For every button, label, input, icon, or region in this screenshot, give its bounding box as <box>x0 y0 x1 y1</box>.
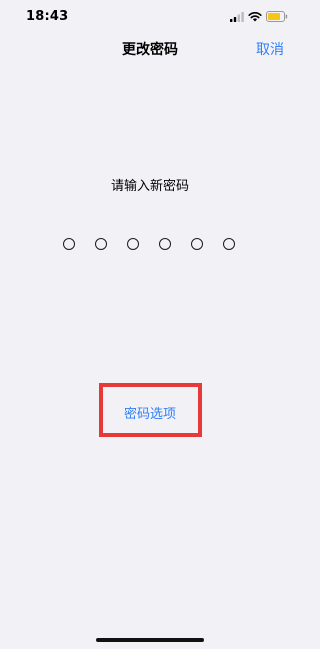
navigation-bar: 更改密码 取消 <box>0 34 300 62</box>
passcode-entry[interactable] <box>63 238 239 252</box>
battery-icon <box>266 11 288 22</box>
passcode-dot <box>223 238 235 250</box>
page-title: 更改密码 <box>122 42 178 58</box>
home-indicator[interactable] <box>96 638 204 642</box>
passcode-dot <box>63 238 75 250</box>
passcode-options-button[interactable]: 密码选项 <box>0 403 300 422</box>
status-bar: 18:43 <box>0 0 300 34</box>
passcode-prompt: 请输入新密码 <box>110 179 189 194</box>
wifi-icon <box>248 12 262 22</box>
passcode-dot <box>191 238 203 250</box>
status-time: 18:43 <box>26 9 69 24</box>
passcode-dot <box>127 238 139 250</box>
signal-icon <box>230 12 244 22</box>
passcode-dot <box>95 238 107 250</box>
passcode-dot <box>159 238 171 250</box>
cancel-button[interactable]: 取消 <box>256 39 284 59</box>
